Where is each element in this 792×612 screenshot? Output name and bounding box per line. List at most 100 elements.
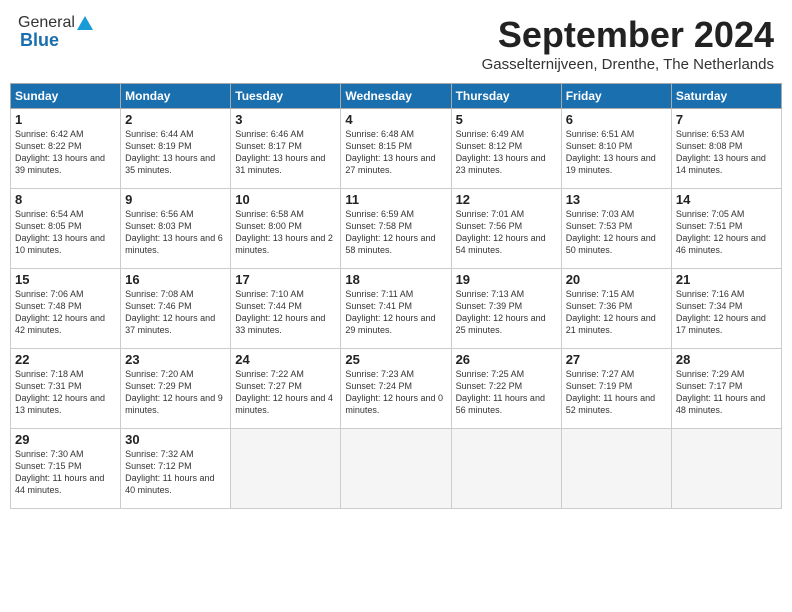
day-cell: 26Sunrise: 7:25 AMSunset: 7:22 PMDayligh… <box>451 349 561 429</box>
day-cell: 8Sunrise: 6:54 AMSunset: 8:05 PMDaylight… <box>11 189 121 269</box>
header-cell-tuesday: Tuesday <box>231 84 341 109</box>
day-number: 1 <box>15 112 116 127</box>
day-number: 14 <box>676 192 777 207</box>
day-number: 25 <box>345 352 446 367</box>
day-cell: 4Sunrise: 6:48 AMSunset: 8:15 PMDaylight… <box>341 109 451 189</box>
day-cell: 7Sunrise: 6:53 AMSunset: 8:08 PMDaylight… <box>671 109 781 189</box>
day-cell: 25Sunrise: 7:23 AMSunset: 7:24 PMDayligh… <box>341 349 451 429</box>
day-number: 3 <box>235 112 336 127</box>
day-number: 7 <box>676 112 777 127</box>
day-cell: 10Sunrise: 6:58 AMSunset: 8:00 PMDayligh… <box>231 189 341 269</box>
week-row-5: 29Sunrise: 7:30 AMSunset: 7:15 PMDayligh… <box>11 429 782 509</box>
day-info: Sunrise: 7:15 AMSunset: 7:36 PMDaylight:… <box>566 288 667 337</box>
day-cell: 6Sunrise: 6:51 AMSunset: 8:10 PMDaylight… <box>561 109 671 189</box>
day-info: Sunrise: 7:23 AMSunset: 7:24 PMDaylight:… <box>345 368 446 417</box>
header-cell-sunday: Sunday <box>11 84 121 109</box>
day-info: Sunrise: 7:05 AMSunset: 7:51 PMDaylight:… <box>676 208 777 257</box>
day-info: Sunrise: 7:10 AMSunset: 7:44 PMDaylight:… <box>235 288 336 337</box>
day-info: Sunrise: 7:11 AMSunset: 7:41 PMDaylight:… <box>345 288 446 337</box>
day-number: 22 <box>15 352 116 367</box>
day-cell: 18Sunrise: 7:11 AMSunset: 7:41 PMDayligh… <box>341 269 451 349</box>
day-number: 9 <box>125 192 226 207</box>
day-cell: 15Sunrise: 7:06 AMSunset: 7:48 PMDayligh… <box>11 269 121 349</box>
day-cell: 11Sunrise: 6:59 AMSunset: 7:58 PMDayligh… <box>341 189 451 269</box>
day-number: 17 <box>235 272 336 287</box>
day-info: Sunrise: 6:51 AMSunset: 8:10 PMDaylight:… <box>566 128 667 177</box>
day-number: 13 <box>566 192 667 207</box>
day-info: Sunrise: 7:25 AMSunset: 7:22 PMDaylight:… <box>456 368 557 417</box>
title-block: September 2024 Gasselternijveen, Drenthe… <box>482 14 774 73</box>
day-cell: 28Sunrise: 7:29 AMSunset: 7:17 PMDayligh… <box>671 349 781 429</box>
day-number: 26 <box>456 352 557 367</box>
day-info: Sunrise: 7:06 AMSunset: 7:48 PMDaylight:… <box>15 288 116 337</box>
day-info: Sunrise: 6:49 AMSunset: 8:12 PMDaylight:… <box>456 128 557 177</box>
day-info: Sunrise: 6:46 AMSunset: 8:17 PMDaylight:… <box>235 128 336 177</box>
header-cell-thursday: Thursday <box>451 84 561 109</box>
day-cell: 20Sunrise: 7:15 AMSunset: 7:36 PMDayligh… <box>561 269 671 349</box>
page-header: General Blue September 2024 Gasselternij… <box>10 10 782 77</box>
day-cell: 29Sunrise: 7:30 AMSunset: 7:15 PMDayligh… <box>11 429 121 509</box>
day-number: 16 <box>125 272 226 287</box>
header-cell-saturday: Saturday <box>671 84 781 109</box>
day-number: 2 <box>125 112 226 127</box>
day-number: 29 <box>15 432 116 447</box>
day-number: 20 <box>566 272 667 287</box>
day-info: Sunrise: 7:13 AMSunset: 7:39 PMDaylight:… <box>456 288 557 337</box>
day-info: Sunrise: 6:58 AMSunset: 8:00 PMDaylight:… <box>235 208 336 257</box>
day-number: 18 <box>345 272 446 287</box>
day-cell: 17Sunrise: 7:10 AMSunset: 7:44 PMDayligh… <box>231 269 341 349</box>
day-number: 11 <box>345 192 446 207</box>
week-row-1: 1Sunrise: 6:42 AMSunset: 8:22 PMDaylight… <box>11 109 782 189</box>
day-info: Sunrise: 6:53 AMSunset: 8:08 PMDaylight:… <box>676 128 777 177</box>
day-number: 23 <box>125 352 226 367</box>
day-cell: 13Sunrise: 7:03 AMSunset: 7:53 PMDayligh… <box>561 189 671 269</box>
day-info: Sunrise: 7:03 AMSunset: 7:53 PMDaylight:… <box>566 208 667 257</box>
day-cell <box>341 429 451 509</box>
week-row-3: 15Sunrise: 7:06 AMSunset: 7:48 PMDayligh… <box>11 269 782 349</box>
day-number: 28 <box>676 352 777 367</box>
calendar-table: SundayMondayTuesdayWednesdayThursdayFrid… <box>10 83 782 509</box>
header-cell-friday: Friday <box>561 84 671 109</box>
day-info: Sunrise: 7:16 AMSunset: 7:34 PMDaylight:… <box>676 288 777 337</box>
day-cell <box>671 429 781 509</box>
day-info: Sunrise: 7:22 AMSunset: 7:27 PMDaylight:… <box>235 368 336 417</box>
day-cell: 3Sunrise: 6:46 AMSunset: 8:17 PMDaylight… <box>231 109 341 189</box>
day-cell <box>231 429 341 509</box>
day-cell: 9Sunrise: 6:56 AMSunset: 8:03 PMDaylight… <box>121 189 231 269</box>
day-cell: 12Sunrise: 7:01 AMSunset: 7:56 PMDayligh… <box>451 189 561 269</box>
day-cell: 27Sunrise: 7:27 AMSunset: 7:19 PMDayligh… <box>561 349 671 429</box>
day-cell: 30Sunrise: 7:32 AMSunset: 7:12 PMDayligh… <box>121 429 231 509</box>
header-row: SundayMondayTuesdayWednesdayThursdayFrid… <box>11 84 782 109</box>
day-cell: 21Sunrise: 7:16 AMSunset: 7:34 PMDayligh… <box>671 269 781 349</box>
day-info: Sunrise: 6:56 AMSunset: 8:03 PMDaylight:… <box>125 208 226 257</box>
day-number: 10 <box>235 192 336 207</box>
day-number: 27 <box>566 352 667 367</box>
day-info: Sunrise: 7:08 AMSunset: 7:46 PMDaylight:… <box>125 288 226 337</box>
day-info: Sunrise: 7:27 AMSunset: 7:19 PMDaylight:… <box>566 368 667 417</box>
day-info: Sunrise: 7:29 AMSunset: 7:17 PMDaylight:… <box>676 368 777 417</box>
day-info: Sunrise: 6:59 AMSunset: 7:58 PMDaylight:… <box>345 208 446 257</box>
day-number: 19 <box>456 272 557 287</box>
day-cell: 19Sunrise: 7:13 AMSunset: 7:39 PMDayligh… <box>451 269 561 349</box>
day-info: Sunrise: 6:44 AMSunset: 8:19 PMDaylight:… <box>125 128 226 177</box>
week-row-4: 22Sunrise: 7:18 AMSunset: 7:31 PMDayligh… <box>11 349 782 429</box>
day-number: 8 <box>15 192 116 207</box>
day-number: 24 <box>235 352 336 367</box>
day-cell: 22Sunrise: 7:18 AMSunset: 7:31 PMDayligh… <box>11 349 121 429</box>
day-info: Sunrise: 6:48 AMSunset: 8:15 PMDaylight:… <box>345 128 446 177</box>
day-cell: 14Sunrise: 7:05 AMSunset: 7:51 PMDayligh… <box>671 189 781 269</box>
day-number: 12 <box>456 192 557 207</box>
day-info: Sunrise: 7:01 AMSunset: 7:56 PMDaylight:… <box>456 208 557 257</box>
location-title: Gasselternijveen, Drenthe, The Netherlan… <box>482 56 774 73</box>
day-cell: 23Sunrise: 7:20 AMSunset: 7:29 PMDayligh… <box>121 349 231 429</box>
logo-triangle-icon <box>76 14 94 32</box>
day-number: 30 <box>125 432 226 447</box>
week-row-2: 8Sunrise: 6:54 AMSunset: 8:05 PMDaylight… <box>11 189 782 269</box>
day-number: 4 <box>345 112 446 127</box>
day-number: 6 <box>566 112 667 127</box>
day-info: Sunrise: 7:30 AMSunset: 7:15 PMDaylight:… <box>15 448 116 497</box>
day-info: Sunrise: 6:42 AMSunset: 8:22 PMDaylight:… <box>15 128 116 177</box>
month-title: September 2024 <box>482 14 774 56</box>
day-info: Sunrise: 7:20 AMSunset: 7:29 PMDaylight:… <box>125 368 226 417</box>
day-cell: 16Sunrise: 7:08 AMSunset: 7:46 PMDayligh… <box>121 269 231 349</box>
